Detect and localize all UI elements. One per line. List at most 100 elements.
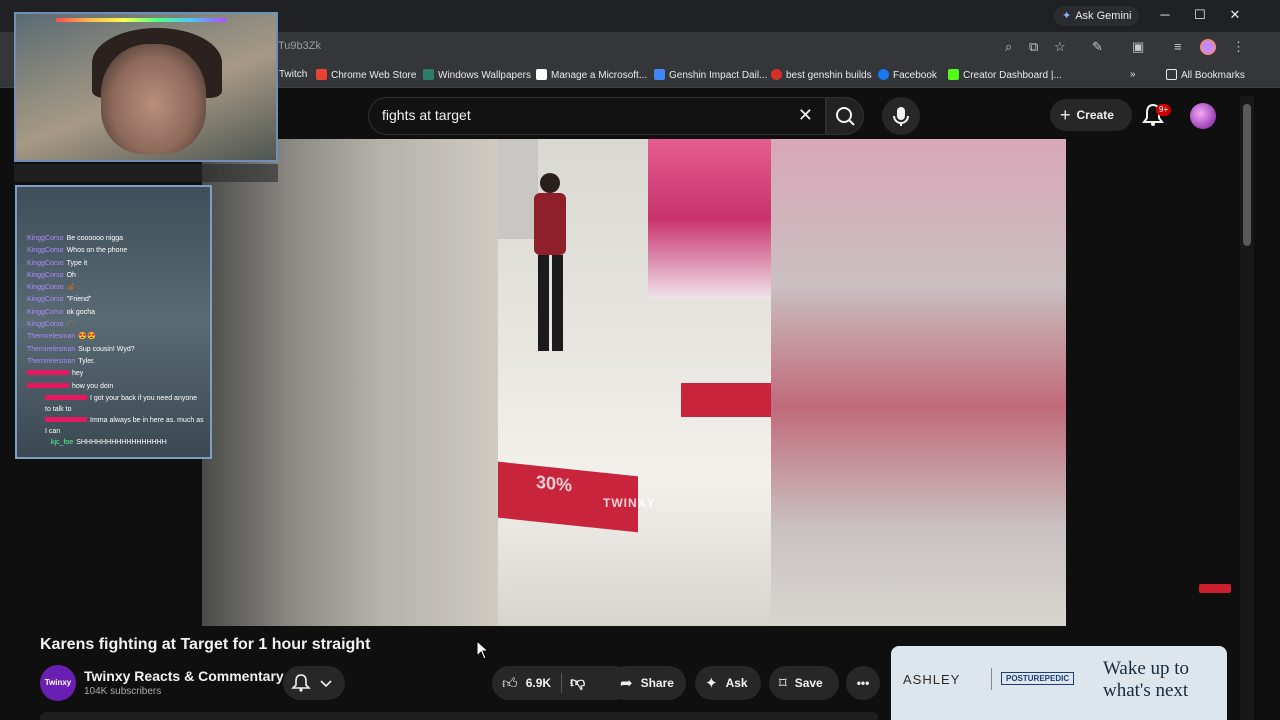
webcam-face [101, 44, 206, 154]
youtube-account-avatar[interactable] [1190, 103, 1216, 129]
channel-name[interactable]: Twinxy Reacts & Commentary [84, 668, 284, 684]
wallpapers-icon [423, 69, 434, 80]
voice-search-button[interactable] [882, 97, 920, 135]
bookmark-windows-wallpapers[interactable]: Windows Wallpapers [423, 69, 531, 81]
scrollbar-thumb[interactable] [1243, 104, 1251, 246]
chat-message: Imma always be in here as. much as I can [45, 416, 204, 435]
chat-message: KinggCorso Oh [27, 271, 76, 279]
minimize-icon[interactable]: ─ [1156, 7, 1174, 22]
microphone-icon [893, 107, 909, 126]
facebook-icon [878, 69, 889, 80]
search-button[interactable] [826, 97, 864, 135]
reading-list-icon[interactable]: ≡ [1174, 39, 1182, 54]
chat-message: Themirelesman Tyler. [27, 357, 95, 365]
ad-tagline: Wake up to what's next [1103, 658, 1190, 701]
subscriber-count: 104K subscribers [84, 686, 162, 697]
save-button[interactable]: ⌑ Save [769, 666, 839, 700]
ad-partner-logo: POSTUREPEDIC [1001, 672, 1075, 685]
notification-badge: 9+ [1156, 104, 1172, 116]
like-button[interactable]: 👍︎ 6.9K [502, 675, 551, 692]
hidden-username [27, 370, 69, 376]
url-text[interactable]: Tu9b3Zk [278, 40, 321, 52]
dislike-button[interactable]: 👎︎ [570, 666, 600, 700]
microsoft-icon [536, 69, 547, 80]
chrome-store-icon [316, 69, 327, 80]
ask-gemini-label: Ask Gemini [1075, 10, 1132, 22]
video-blur-background-left [202, 139, 498, 626]
install-app-icon[interactable]: ⧉ [1029, 39, 1038, 55]
share-button[interactable]: ➦ Share [610, 666, 686, 700]
description-box-edge[interactable] [40, 712, 878, 720]
stream-chat-overlay: KinggCorso Be coooooo nigga KinggCorso Who… [15, 185, 212, 459]
bookmark-genshin-builds[interactable]: best genshin builds [771, 69, 872, 81]
hidden-username [45, 394, 87, 400]
video-blur-background-right [771, 139, 1066, 626]
browser-profile-avatar[interactable] [1200, 39, 1216, 55]
video-player[interactable]: 30% TWINXY [202, 139, 1066, 626]
search-box[interactable]: fights at target ✕ [368, 97, 826, 135]
more-bookmarks-icon[interactable]: » [1130, 69, 1136, 80]
subscription-notifications-button[interactable] [283, 666, 345, 700]
chat-message: KinggCorso Whos on the phone [27, 247, 128, 255]
search-input[interactable]: fights at target [382, 107, 471, 123]
builds-icon [771, 69, 782, 80]
bell-dropdown-icon [291, 674, 332, 692]
kick-icon [948, 69, 959, 80]
chat-message: Themirelesman Sup cousin! Wyd? [27, 345, 135, 353]
chat-message: Themirelesman 😍😍 [27, 333, 96, 341]
sponsored-ad-banner[interactable]: ASHLEY POSTUREPEDIC Wake up to what's ne… [891, 646, 1227, 720]
chat-message: KinggCorso 🫥 [27, 321, 76, 329]
bookmark-chrome-web-store[interactable]: Chrome Web Store [316, 69, 416, 81]
bookmark-twitch[interactable]: Twitch [279, 69, 307, 80]
floor-sale-sign [681, 383, 771, 417]
bookmark-icon: ⌑ [779, 675, 787, 692]
more-actions-button[interactable]: ••• [846, 666, 880, 700]
more-icon: ••• [856, 676, 870, 690]
chat-message: hey [27, 368, 204, 380]
video-watermark: TWINXY [603, 496, 656, 510]
chat-message: KinggCorso 👋🏾 [27, 284, 76, 292]
ask-gemini-button[interactable]: ✦ Ask Gemini [1054, 6, 1140, 26]
chat-message: I got your back if you need anyone to ta… [45, 394, 198, 413]
folder-icon [1166, 69, 1177, 80]
bookmark-manage-microsoft[interactable]: Manage a Microsoft... [536, 69, 647, 81]
sparkle-icon: ✦ [705, 675, 718, 692]
bookmark-creator-dashboard[interactable]: Creator Dashboard |... [948, 69, 1062, 81]
hidden-username [27, 382, 69, 388]
chat-message: KinggCorso Type it [27, 259, 88, 267]
search-icon [836, 107, 855, 126]
overlay-decoration [14, 164, 278, 182]
chat-message: KinggCorso "Friend" [27, 296, 92, 304]
chat-message: KinggCorso ok gocha [27, 308, 95, 316]
thumbs-up-icon: 👍︎ [502, 675, 518, 692]
rainbow-bar [56, 18, 226, 22]
youtube-logo-mini [1199, 584, 1231, 593]
chat-message: how you doin [27, 381, 204, 393]
maximize-icon[interactable]: ☐ [1191, 7, 1209, 23]
hidden-username [45, 416, 87, 422]
create-button[interactable]: + Create [1050, 99, 1132, 131]
extensions-icon[interactable]: ✎ [1092, 39, 1103, 55]
bookmark-facebook[interactable]: Facebook [878, 69, 937, 81]
mouse-cursor-icon [476, 640, 490, 660]
zoom-icon[interactable]: ⌕ [1005, 39, 1012, 55]
video-title: Karens fighting at Target for 1 hour str… [40, 636, 371, 653]
gemini-icon: ✦ [1062, 10, 1072, 22]
like-divider [561, 673, 562, 693]
browser-menu-icon[interactable]: ⋮ [1232, 39, 1245, 55]
ad-separator [991, 668, 992, 690]
tab-search-icon[interactable]: ▣ [1132, 39, 1144, 55]
all-bookmarks[interactable]: All Bookmarks [1166, 69, 1245, 81]
clear-search-icon[interactable]: ✕ [798, 105, 813, 126]
thumbs-down-icon: 👎︎ [570, 674, 586, 691]
chat-message: kjc_foe SHHHHHHHHHHHHHHHHH [51, 438, 167, 446]
store-shelf-toys [648, 139, 771, 299]
bookmark-genshin-daily[interactable]: Genshin Impact Dail... [654, 69, 767, 81]
plus-icon: + [1060, 105, 1071, 125]
video-frame: 30% TWINXY [498, 139, 771, 626]
bookmark-star-icon[interactable]: ☆ [1054, 39, 1066, 55]
ask-button[interactable]: ✦ Ask [695, 666, 761, 700]
channel-avatar[interactable]: Twinxy [40, 665, 76, 701]
genshin-icon [654, 69, 665, 80]
close-window-icon[interactable]: ✕ [1226, 7, 1244, 23]
